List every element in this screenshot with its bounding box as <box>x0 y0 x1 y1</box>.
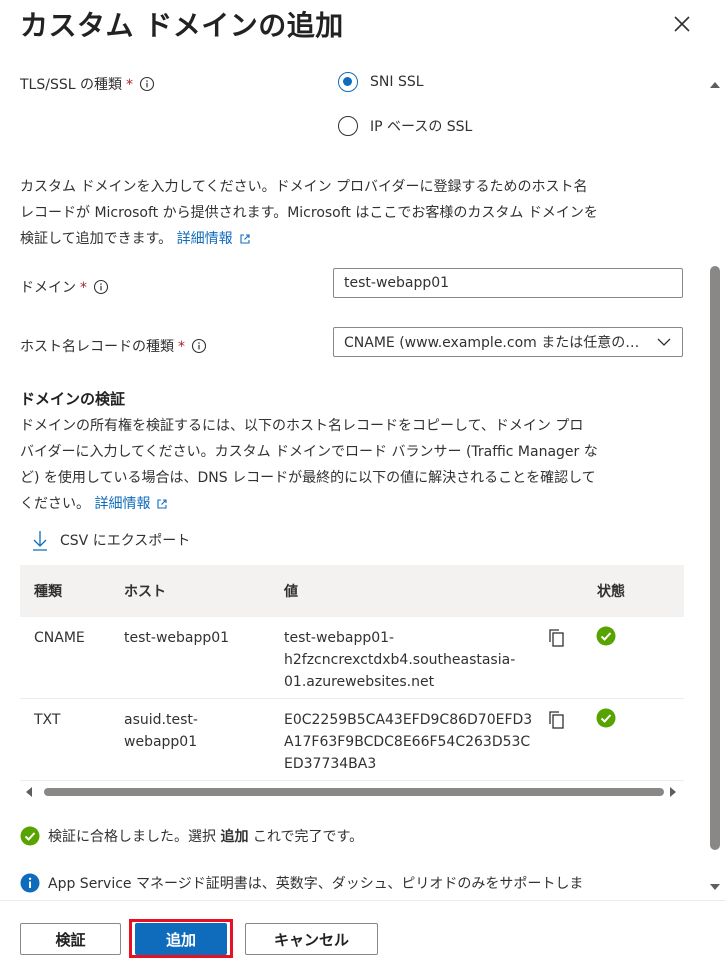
export-csv-button[interactable]: CSV にエクスポート <box>32 529 190 551</box>
column-header-type: 種類 <box>34 584 62 600</box>
verification-line: ドメインの所有権を検証するには、以下のホスト名レコードをコピーして、ドメイン プ… <box>20 418 584 434</box>
domain-input-value: test-webapp01 <box>344 275 450 291</box>
info-text: App Service マネージド証明書は、英数字、ダッシュ、ピリオドのみをサポ… <box>48 876 584 892</box>
record-value-cell: test-webapp01- h2fzcncrexctdxb4.southeas… <box>284 630 516 690</box>
validate-button[interactable]: 検証 <box>20 923 121 955</box>
record-type-selected-value: CNAME (www.example.com または任意のサブドメイン) <box>344 335 646 351</box>
success-text-bold: 追加 <box>220 829 249 845</box>
column-header-host: ホスト <box>124 584 166 600</box>
table-row: CNAME test-webapp01 test-webapp01- h2fzc… <box>20 617 684 699</box>
copy-value-button[interactable] <box>547 709 567 735</box>
required-mark: * <box>178 339 185 355</box>
radio-sni-ssl[interactable]: SNI SSL <box>338 72 424 92</box>
success-check-icon <box>20 826 40 846</box>
radio-unselected-indicator <box>338 116 358 136</box>
info-filled-icon <box>20 873 40 893</box>
table-row: TXT asuid.test- webapp01 E0C2259B5CA43EF… <box>20 699 684 781</box>
tls-type-label: TLS/SSL の種類 * <box>20 74 155 96</box>
tls-type-label-text: TLS/SSL の種類 <box>20 77 122 93</box>
external-link-icon <box>156 493 168 519</box>
scroll-down-icon[interactable] <box>709 880 721 896</box>
cancel-button[interactable]: キャンセル <box>245 923 378 955</box>
info-icon[interactable] <box>139 76 155 96</box>
export-csv-label: CSV にエクスポート <box>60 533 191 549</box>
record-type-label-text: ホスト名レコードの種類 <box>20 339 174 355</box>
copy-icon <box>549 629 564 647</box>
panel-vertical-scrollbar[interactable] <box>706 72 724 892</box>
table-header: 種類 ホスト 値 状態 <box>20 565 684 617</box>
record-type-cell: TXT <box>34 712 61 728</box>
panel-title: カスタム ドメインの追加 <box>20 9 344 42</box>
record-value-cell: E0C2259B5CA43EFD9C86D70EFD3 A17F63F9BCDC… <box>284 712 533 772</box>
add-button-highlight <box>129 919 233 958</box>
scroll-left-icon[interactable] <box>24 786 34 802</box>
verification-line-last: ください。 詳細情報 <box>20 491 690 519</box>
column-header-status: 状態 <box>597 584 625 600</box>
panel-footer: 検証 追加 キャンセル <box>0 900 726 965</box>
info-icon[interactable] <box>191 338 207 358</box>
success-check-icon <box>596 708 616 732</box>
verification-line: ど) を使用している場合は、DNS レコードが最終的に以下の値に解決されることを… <box>20 470 596 486</box>
success-text-suffix: これで完了です。 <box>248 829 364 845</box>
copy-icon <box>549 711 564 729</box>
record-type-label: ホスト名レコードの種類 * <box>20 336 207 358</box>
info-icon[interactable] <box>93 279 109 299</box>
record-host-cell: asuid.test- webapp01 <box>124 712 198 750</box>
learn-more-link[interactable]: 詳細情報 <box>94 496 168 512</box>
intro-line: レコードが Microsoft から提供されます。Microsoft はここでお… <box>20 205 598 221</box>
radio-ip-based-ssl-label: IP ベースの SSL <box>370 119 473 135</box>
chevron-down-icon <box>656 334 672 350</box>
scroll-right-icon[interactable] <box>668 786 678 802</box>
close-button[interactable] <box>670 12 694 36</box>
required-mark: * <box>80 280 87 296</box>
success-check-icon <box>596 626 616 650</box>
verification-heading: ドメインの検証 <box>20 390 126 408</box>
domain-input[interactable]: test-webapp01 <box>333 268 683 298</box>
download-icon <box>32 529 48 551</box>
copy-value-button[interactable] <box>547 627 567 653</box>
record-type-cell: CNAME <box>34 630 85 646</box>
column-header-value: 値 <box>284 584 298 600</box>
close-icon <box>674 16 690 32</box>
intro-line-last: 検証して追加できます。 詳細情報 <box>20 226 690 254</box>
radio-ip-based-ssl[interactable]: IP ベースの SSL <box>338 116 472 136</box>
intro-line: カスタム ドメインを入力してください。ドメイン プロバイダーに登録するためのホス… <box>20 179 588 195</box>
table-horizontal-scrollbar[interactable] <box>20 782 684 802</box>
record-type-dropdown[interactable]: CNAME (www.example.com または任意のサブドメイン) <box>333 327 683 357</box>
learn-more-link[interactable]: 詳細情報 <box>177 231 251 247</box>
domain-label: ドメイン * <box>20 277 109 299</box>
success-message: 検証に合格しました。選択 追加 これで完了です。 <box>20 826 363 846</box>
record-host-cell: test-webapp01 <box>124 630 230 646</box>
horizontal-scroll-thumb[interactable] <box>44 788 664 796</box>
verification-line: バイダーに入力してください。カスタム ドメインでロード バランサー (Traff… <box>20 444 598 460</box>
verification-text: ドメインの所有権を検証するには、以下のホスト名レコードをコピーして、ドメイン プ… <box>20 413 690 519</box>
scroll-up-icon[interactable] <box>709 78 721 94</box>
external-link-icon <box>239 228 251 254</box>
radio-sni-ssl-label: SNI SSL <box>370 74 424 90</box>
radio-selected-indicator <box>338 72 358 92</box>
success-text-prefix: 検証に合格しました。選択 <box>48 829 221 845</box>
domain-label-text: ドメイン <box>20 280 76 296</box>
required-mark: * <box>125 77 133 93</box>
info-message: App Service マネージド証明書は、英数字、ダッシュ、ピリオドのみをサポ… <box>20 873 583 893</box>
vertical-scroll-thumb[interactable] <box>710 266 720 850</box>
intro-text: カスタム ドメインを入力してください。ドメイン プロバイダーに登録するためのホス… <box>20 174 690 254</box>
